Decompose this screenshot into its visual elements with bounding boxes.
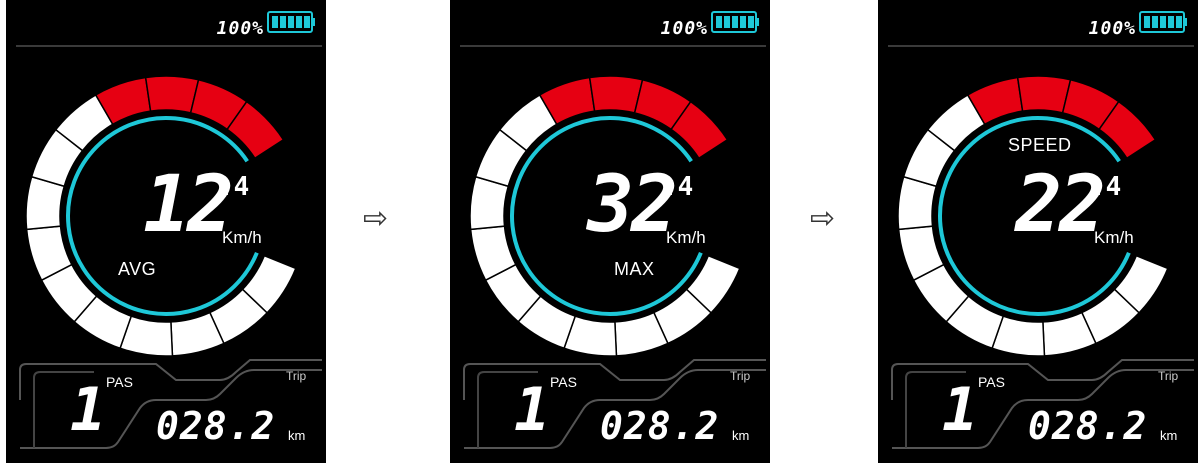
speed-decimal: .4 xyxy=(218,172,250,202)
gauge-segment-red xyxy=(588,75,644,114)
trip-distance-unit: km xyxy=(732,428,750,443)
right-arrow-icon: ⇨ xyxy=(810,201,836,236)
mode-label-avg: AVG xyxy=(118,259,157,279)
battery-bar xyxy=(748,16,754,28)
speed-unit: Km/h xyxy=(666,228,706,247)
battery-bar xyxy=(288,16,294,28)
gauge-segment-red xyxy=(1016,75,1072,114)
battery-bar xyxy=(724,16,730,28)
display-screen-avg: 100% 12 .4 Km/h AVG PAS 1 Trip 028.2 km xyxy=(6,0,326,463)
right-arrow-icon: ⇨ xyxy=(363,201,389,236)
header-divider xyxy=(888,45,1194,47)
battery-percentage: 100% xyxy=(216,18,264,39)
bottom-panel-outline xyxy=(891,359,1194,400)
pas-level: 1 xyxy=(942,375,979,445)
display-screen-max: 100% 32 .4 Km/h MAX PAS 1 Trip 028.2 km xyxy=(450,0,770,463)
battery-bar xyxy=(1144,16,1150,28)
battery-bar xyxy=(1160,16,1166,28)
pas-level: 1 xyxy=(514,375,551,445)
speed-decimal: .4 xyxy=(662,172,694,202)
mode-label-speed: SPEED xyxy=(1008,135,1072,155)
trip-distance-unit: km xyxy=(1160,428,1178,443)
gauge-segment-red xyxy=(144,75,200,114)
trip-label: Trip xyxy=(286,369,307,383)
battery-bar xyxy=(1152,16,1158,28)
trip-distance-unit: km xyxy=(288,428,306,443)
trip-distance: 028.2 xyxy=(1028,404,1148,448)
bottom-panel-outline xyxy=(463,359,766,400)
trip-distance: 028.2 xyxy=(600,404,720,448)
speed-unit: Km/h xyxy=(1094,228,1134,247)
pas-level: 1 xyxy=(70,375,107,445)
battery-tip xyxy=(1184,18,1187,26)
battery-bar xyxy=(740,16,746,28)
pas-label: PAS xyxy=(106,374,133,390)
pas-label: PAS xyxy=(550,374,577,390)
trip-distance: 028.2 xyxy=(156,404,276,448)
speed-value: 12 xyxy=(143,160,234,250)
battery-bar xyxy=(1168,16,1174,28)
battery-tip xyxy=(312,18,315,26)
header-divider xyxy=(16,45,322,47)
battery-tip xyxy=(756,18,759,26)
trip-label: Trip xyxy=(1158,369,1179,383)
header-divider xyxy=(460,45,766,47)
battery-percentage: 100% xyxy=(1088,18,1136,39)
battery-bar xyxy=(732,16,738,28)
bottom-panel-outline xyxy=(19,359,322,400)
speed-value: 22 xyxy=(1015,160,1106,250)
battery-bar xyxy=(1176,16,1182,28)
battery-bar xyxy=(280,16,286,28)
battery-bar xyxy=(296,16,302,28)
speed-value: 32 xyxy=(587,160,678,250)
battery-bar xyxy=(272,16,278,28)
battery-bar xyxy=(304,16,310,28)
mode-label-max: MAX xyxy=(614,259,655,279)
battery-bar xyxy=(716,16,722,28)
battery-percentage: 100% xyxy=(660,18,708,39)
trip-label: Trip xyxy=(730,369,751,383)
speed-decimal: .4 xyxy=(1090,172,1122,202)
speed-unit: Km/h xyxy=(222,228,262,247)
display-screen-speed: 100% SPEED 22 .4 Km/h PAS 1 Trip 028.2 k… xyxy=(878,0,1198,463)
pas-label: PAS xyxy=(978,374,1005,390)
